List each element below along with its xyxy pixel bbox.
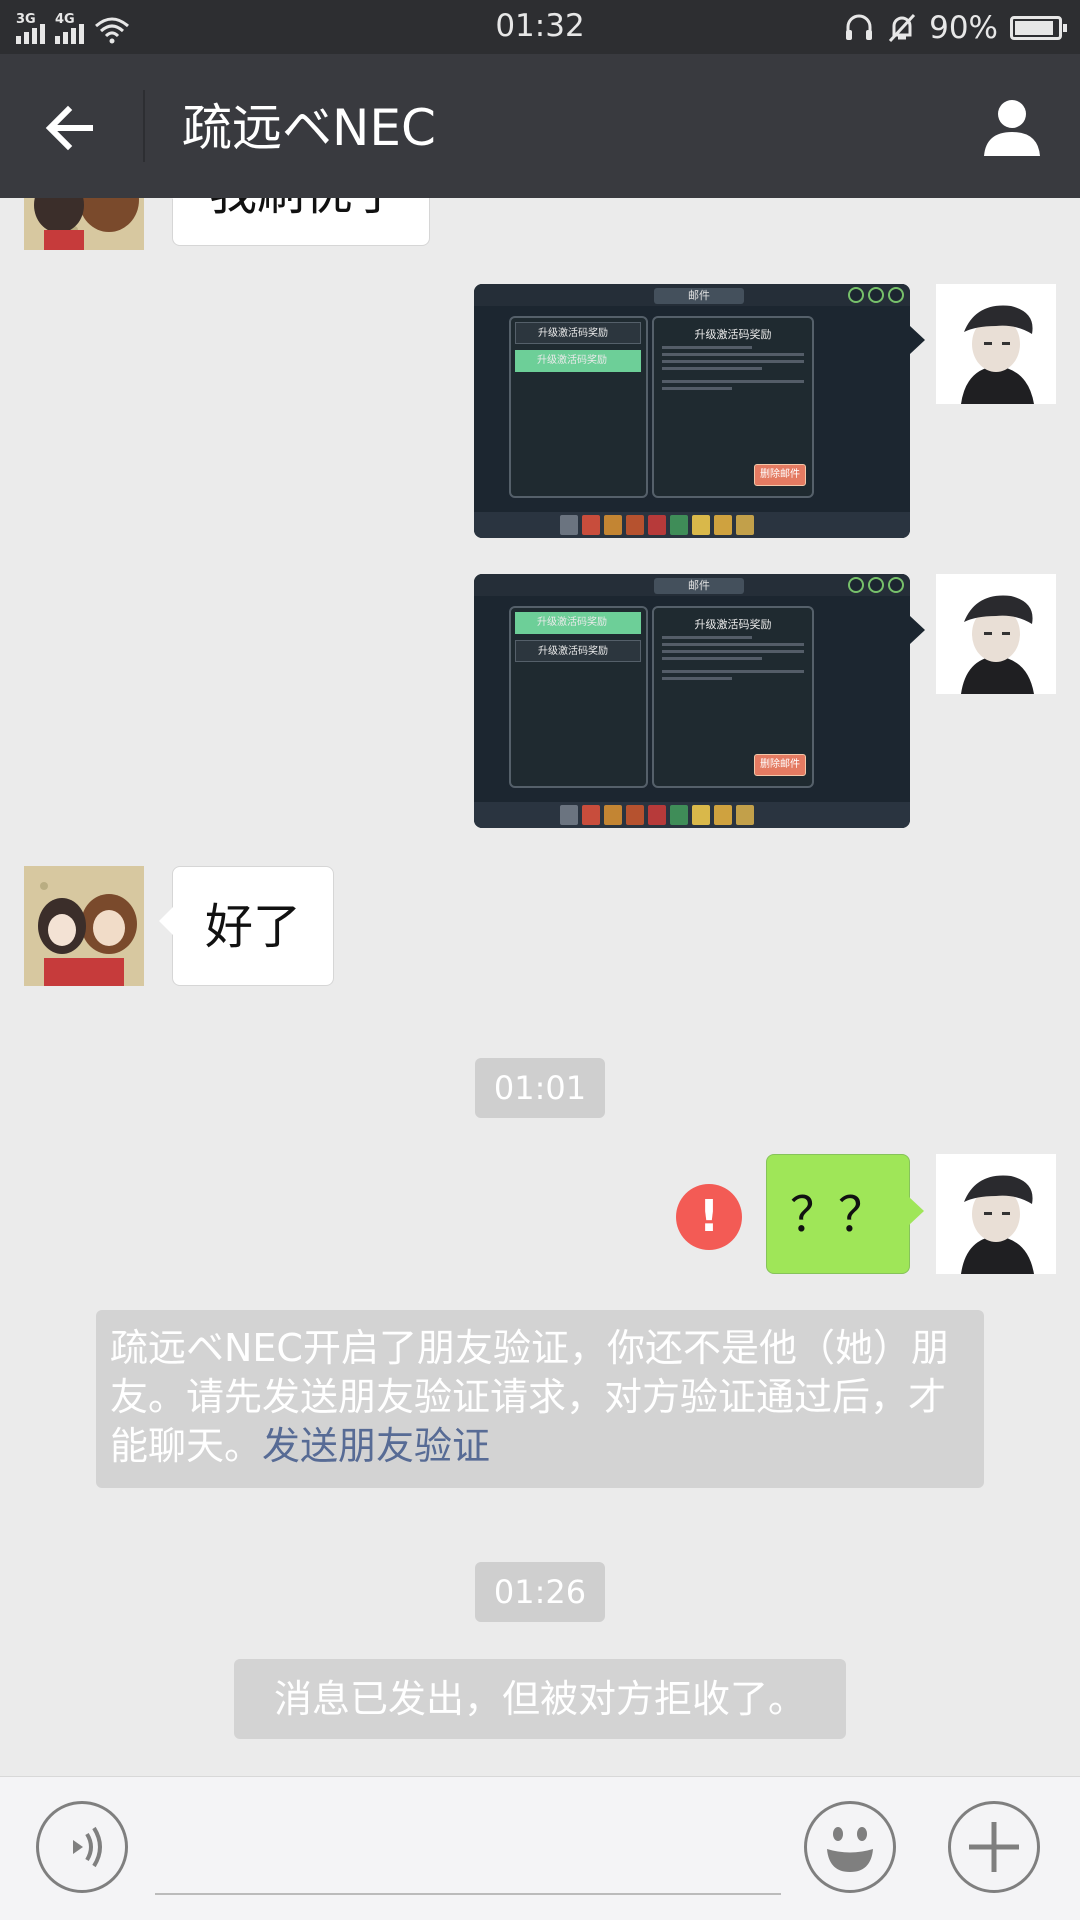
game-mail-list: 升级激活码奖励 升级激活码奖励 [509, 316, 648, 498]
image-message-1[interactable]: 邮件 升级激活码奖励 升级激活码奖励 升级激活码奖励 删除邮件 [474, 284, 910, 538]
more-options-button[interactable] [948, 1801, 1040, 1893]
send-verification-link[interactable]: 发送朋友验证 [262, 1424, 490, 1468]
battery-icon [1010, 16, 1067, 40]
game-mail-tag: 邮件 [654, 288, 744, 304]
received-message-bubble[interactable]: 好了 [159, 866, 334, 986]
game-mail-item: 升级激活码奖励 [515, 322, 641, 344]
game-bottombar [474, 802, 910, 828]
contact-avatar[interactable] [24, 198, 144, 250]
contact-avatar[interactable] [24, 866, 144, 986]
send-failed-icon[interactable]: ! [676, 1184, 742, 1250]
game-topbar: 邮件 [474, 574, 910, 596]
game-delete-button: 删除邮件 [754, 754, 806, 776]
message-text: 我刷优了 [209, 198, 401, 221]
game-topbar: 邮件 [474, 284, 910, 306]
my-avatar[interactable] [936, 1154, 1056, 1274]
message-timestamp: 01:01 [475, 1058, 605, 1118]
game-mail-item: 升级激活码奖励 [515, 640, 641, 662]
battery-fill [1015, 21, 1053, 35]
back-arrow-icon[interactable] [40, 98, 100, 158]
message-text: 好了 [204, 899, 301, 955]
battery-percent: 90% [929, 10, 998, 46]
verification-text: 疏远ベNEC开启了朋友验证，你还不是他（她）朋友。请先发送朋友验证请求，对方验证… [110, 1326, 949, 1468]
input-bar [0, 1776, 1080, 1920]
headset-icon [846, 14, 873, 40]
message-rejected-notice: 消息已发出，但被对方拒收了。 [234, 1659, 846, 1739]
game-delete-button: 删除邮件 [754, 464, 806, 486]
emoji-icon [827, 1827, 873, 1872]
received-message-bubble[interactable]: 我刷优了 [159, 198, 430, 246]
message-input[interactable] [155, 1893, 781, 1895]
friend-verification-notice: 疏远ベNEC开启了朋友验证，你还不是他（她）朋友。请先发送朋友验证请求，对方验证… [96, 1310, 984, 1488]
my-avatar[interactable] [936, 574, 1056, 694]
my-avatar[interactable] [936, 284, 1056, 404]
voice-icon [73, 1826, 102, 1868]
status-bar: 3G 4G 01:32 90% [0, 0, 1080, 54]
message-list[interactable]: 我刷优了 邮件 升级激活码奖励 升级激活码奖励 升级激活码奖励 删除邮件 [0, 198, 1080, 1776]
sent-message-bubble[interactable]: ？？ [766, 1154, 924, 1274]
header-divider [143, 90, 145, 162]
game-mail-item: 升级激活码奖励 [515, 350, 641, 372]
image-message-2[interactable]: 邮件 升级激活码奖励 升级激活码奖励 升级激活码奖励 删除邮件 [474, 574, 910, 828]
message-text: ？？ [789, 1187, 886, 1243]
emoji-button[interactable] [804, 1801, 896, 1893]
voice-input-button[interactable] [36, 1801, 128, 1893]
game-mail-list: 升级激活码奖励 升级激活码奖励 [509, 606, 648, 788]
profile-icon[interactable] [980, 94, 1044, 158]
game-mail-item: 升级激活码奖励 [515, 612, 641, 634]
chat-title: 疏远ベNEC [182, 99, 436, 157]
game-mail-tag: 邮件 [654, 578, 744, 594]
chat-header: 疏远ベNEC [0, 54, 1080, 198]
message-timestamp: 01:26 [475, 1562, 605, 1622]
game-mail-detail: 升级激活码奖励 删除邮件 [652, 316, 814, 498]
game-mail-detail: 升级激活码奖励 删除邮件 [652, 606, 814, 788]
mute-bell-icon [888, 13, 916, 43]
game-reward-title: 升级激活码奖励 [694, 618, 772, 631]
game-reward-title: 升级激活码奖励 [694, 328, 772, 341]
plus-icon [969, 1822, 1019, 1872]
game-bottombar [474, 512, 910, 538]
